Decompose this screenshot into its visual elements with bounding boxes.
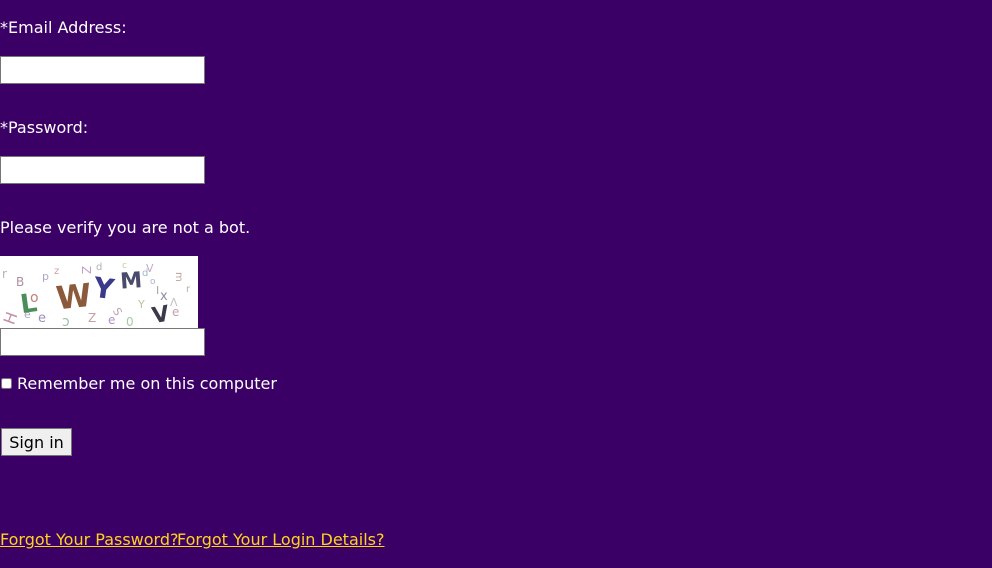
login-page: *Email Address: *Password: Please verify… [0, 0, 992, 568]
svg-text:p: p [42, 270, 49, 283]
svg-text:e: e [172, 305, 179, 319]
svg-text:e: e [38, 311, 46, 326]
remember-me-label: Remember me on this computer [17, 374, 277, 393]
svg-text:Y: Y [90, 271, 116, 307]
svg-text:r: r [2, 267, 7, 281]
svg-text:Y: Y [137, 298, 145, 311]
password-field[interactable] [0, 156, 205, 184]
email-field[interactable] [0, 56, 205, 84]
svg-text:V: V [150, 302, 171, 328]
svg-text:H: H [0, 309, 21, 327]
remember-me-checkbox[interactable] [1, 378, 12, 389]
email-label: *Email Address: [0, 18, 127, 37]
forgot-login-details-link[interactable]: Forgot Your Login Details? [177, 530, 384, 550]
password-label: *Password: [0, 118, 89, 137]
captcha-input[interactable] [0, 328, 205, 356]
svg-text:M: M [119, 268, 143, 294]
sign-in-button[interactable]: Sign in [1, 428, 72, 456]
bot-check-label: Please verify you are not a bot. [0, 218, 251, 237]
captcha-graphic: H r B o e p z ɔ Z Z d e S 0 Y d V o I x [0, 261, 191, 328]
svg-text:I: I [156, 284, 159, 297]
svg-text:Z: Z [79, 266, 93, 274]
forgot-password-link[interactable]: Forgot Your Password? [0, 530, 179, 550]
svg-text:0: 0 [126, 315, 134, 328]
svg-text:r: r [186, 284, 191, 295]
svg-text:W: W [54, 276, 93, 317]
svg-text:z: z [54, 266, 59, 277]
svg-text:m: m [173, 272, 184, 282]
svg-text:V: V [146, 262, 154, 275]
captcha-image: H r B o e p z ɔ Z Z d e S 0 Y d V o I x [0, 256, 198, 328]
svg-text:B: B [16, 275, 24, 289]
